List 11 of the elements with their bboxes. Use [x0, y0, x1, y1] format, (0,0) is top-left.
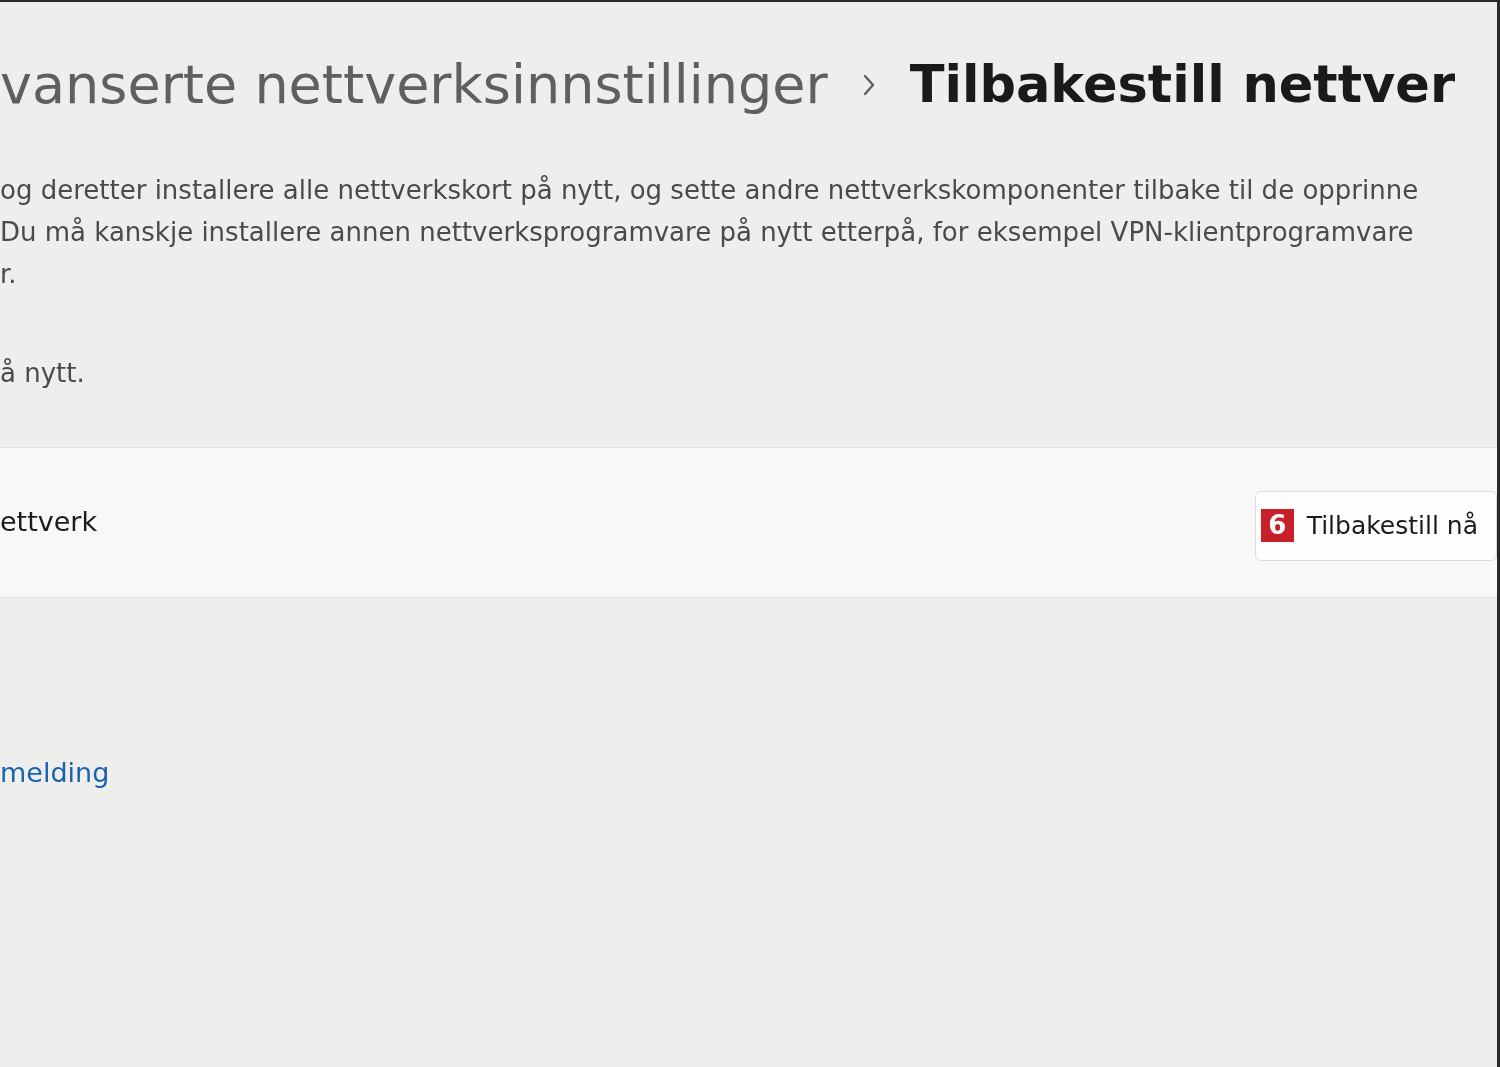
note-text: å nytt. [0, 357, 86, 390]
help-link[interactable]: melding [0, 755, 110, 791]
setting-label: ettverk [0, 505, 98, 540]
description-text: Du må kanskje installere annen nettverksprogramvare på nytt etterpå, for eksempel VPN-klientprogramvare [0, 216, 1415, 249]
reset-button[interactable]: 6 Tilbakestill nå [1254, 490, 1497, 561]
breadcrumb-link[interactable]: vanserte nettverksinnstillinger [0, 50, 828, 120]
page-title: Tilbakestill nettver [909, 54, 1456, 116]
chevron-right-icon [861, 73, 876, 97]
step-badge: 6 [1260, 509, 1294, 542]
description-text: r. [0, 258, 18, 291]
description-text: og deretter installere alle nettverkskort på nytt, og sette andre nettverkskomponenter tilbake til de opprinne [0, 174, 1420, 207]
